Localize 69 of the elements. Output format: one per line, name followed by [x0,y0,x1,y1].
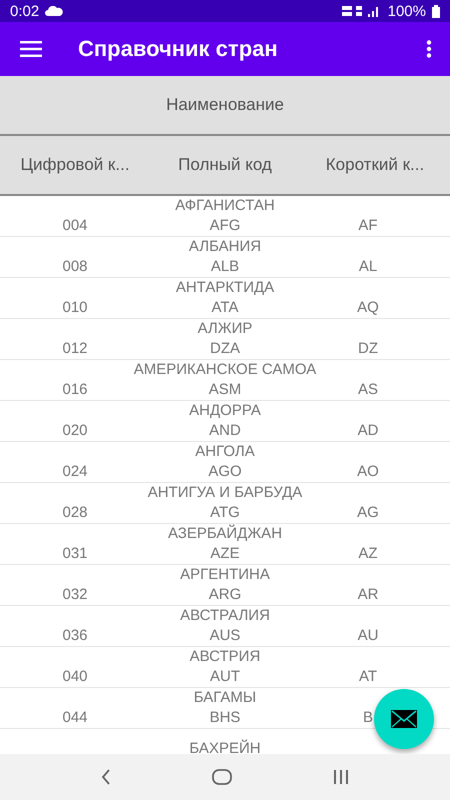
table-cell: ARG [208,585,242,605]
column-header: Наименование [166,95,284,115]
country-name: АНТАРКТИДА [176,278,274,298]
table-cell: DZA [210,339,240,359]
table-cell: AQ [357,298,379,318]
column-header: Короткий к... [324,155,426,175]
country-name: АЗЕРБАЙДЖАН [168,524,282,544]
table-cell: AZ [358,544,378,564]
table-cell: ASM [208,380,242,400]
table-cell: AGO [208,462,242,482]
table-cell: 020 [62,421,88,441]
country-name: АРГЕНТИНА [180,565,270,585]
table-cell: 036 [62,626,88,646]
table-cell: ATG [210,503,240,523]
app-title: Справочник стран [78,36,279,62]
table-cell: 010 [62,298,88,318]
table-cell: AUT [210,667,240,687]
country-name: АНДОРРА [189,401,261,421]
table-cell: 031 [62,544,88,564]
battery-icon [432,4,440,18]
table-cell: AU [358,626,378,646]
table-cell: AUS [210,626,240,646]
table-cell: BHS [210,708,240,728]
battery-level: 100% [388,2,426,20]
country-name: АВСТРИЯ [190,647,260,667]
more-options-icon [426,40,432,58]
envelope-icon [391,710,417,728]
menu-icon [20,41,42,57]
table-cell: 008 [62,257,88,277]
table-cell: 004 [62,216,88,236]
table-cell: AND [209,421,241,441]
mail-button[interactable] [374,689,434,749]
table-cell: AS [358,380,378,400]
table-cell: B [362,708,373,728]
table-cell: AR [358,585,378,605]
column-header: Цифровой к... [19,155,131,175]
status-time: 0:02 [10,2,40,20]
table-cell: 032 [62,585,88,605]
home-icon [212,769,232,785]
table-cell: 044 [62,708,88,728]
country-name: АЛБАНИЯ [188,237,262,257]
country-name: АНГОЛА [195,442,255,462]
table-cell: AF [358,216,378,236]
column-header: Полный код [177,155,273,175]
table-cell: 016 [62,380,88,400]
table-cell: AT [358,667,378,687]
table-cell: 040 [62,667,88,687]
table-cell: 012 [62,339,88,359]
cloud-icon [45,6,64,16]
back-icon [100,769,111,785]
country-name: АВСТРАЛИЯ [180,606,270,626]
country-name: БАГАМЫ [194,688,256,708]
table-cell: ALB [210,257,240,277]
country-name: АМЕРИКАНСКОЕ САМОА [134,360,316,380]
country-name: АФГАНИСТАН [175,196,275,216]
country-name: АНТИГУА И БАРБУДА [148,483,302,503]
table-cell: 028 [62,503,88,523]
table-cell: AO [357,462,379,482]
country-name: БАХРЕЙН [189,739,261,754]
recent-apps-icon [333,769,350,785]
country-name: АЛЖИР [198,319,252,339]
table-cell: AG [357,503,379,523]
table-cell: AZE [210,544,240,564]
table-cell: AFG [210,216,240,236]
table-cell: DZ [358,339,378,359]
table-cell: 024 [62,462,88,482]
table-cell: ATA [212,298,238,318]
table-cell: AD [358,421,378,441]
table-cell: AL [358,257,378,277]
